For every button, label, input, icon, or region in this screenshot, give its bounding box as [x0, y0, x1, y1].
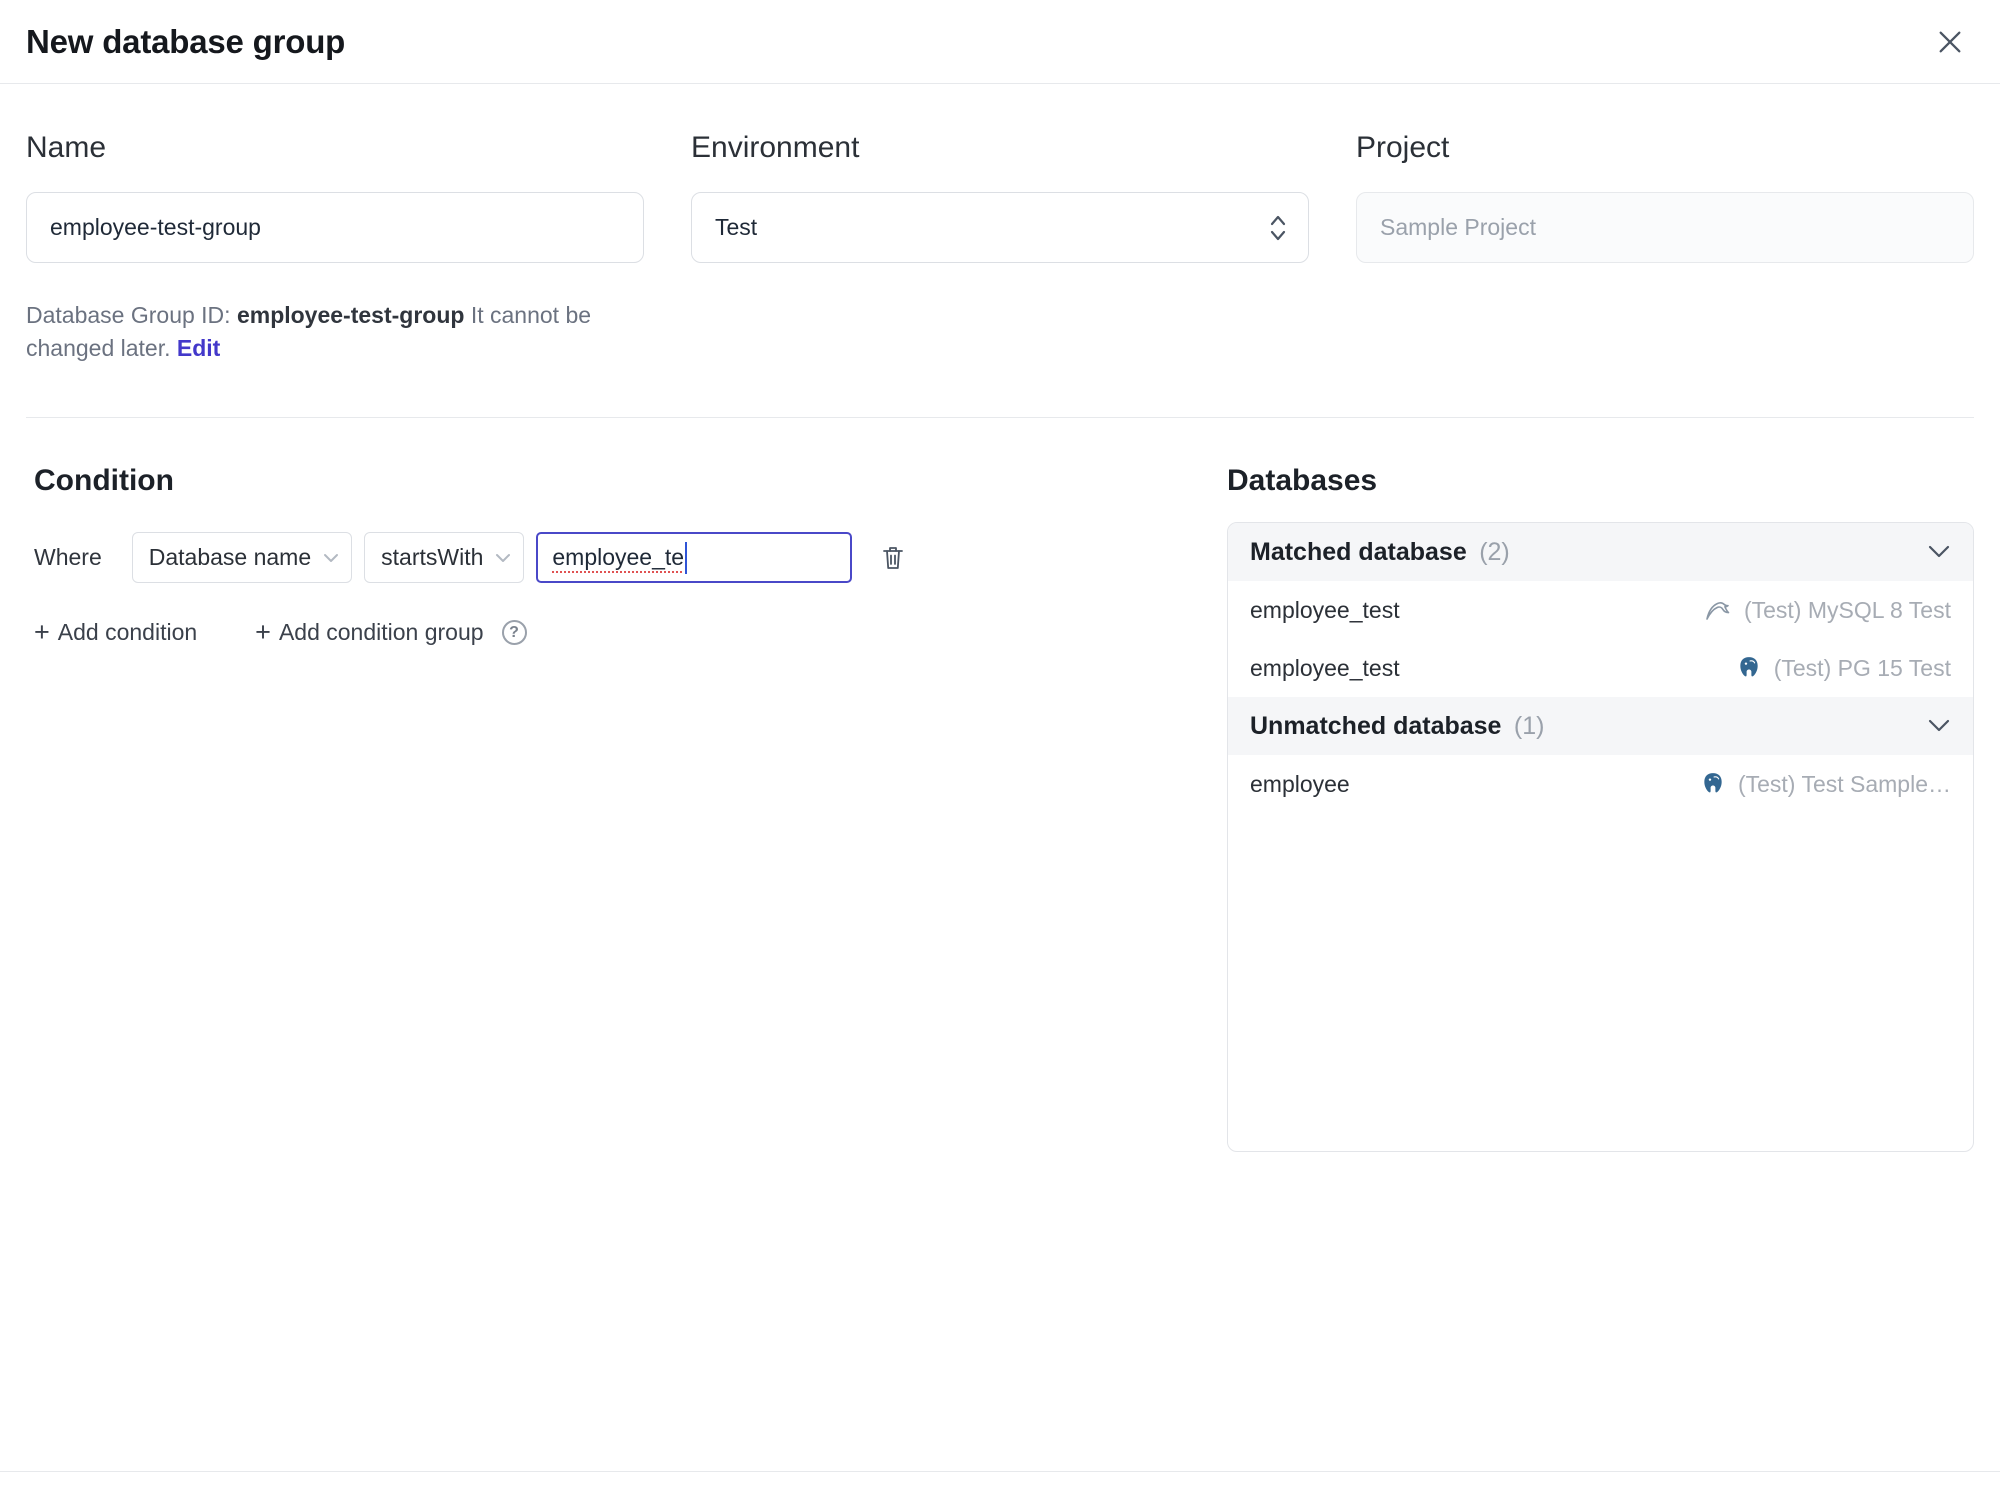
plus-icon: +: [255, 617, 271, 647]
trash-icon: [881, 545, 905, 571]
chevron-down-icon: [323, 553, 339, 563]
environment-select[interactable]: Test: [691, 192, 1309, 263]
database-row: employee (Test) Test Sample…: [1228, 755, 1973, 813]
database-instance-label: (Test) PG 15 Test: [1773, 654, 1951, 681]
postgres-icon: [1736, 655, 1762, 681]
form-grid: Name Environment Test Project: [0, 84, 2000, 263]
chevron-down-icon: [1927, 719, 1951, 733]
project-field-group: Project: [1356, 130, 1974, 263]
database-row: employee_test (Test) MySQL 8 Test: [1228, 581, 1973, 639]
project-input: [1356, 192, 1974, 263]
updown-chevron-icon: [1268, 212, 1288, 244]
condition-title: Condition: [34, 464, 174, 497]
group-id-note-prefix: Database Group ID:: [26, 302, 231, 328]
databases-panel: Matched database (2) employee_test (Test…: [1227, 522, 1974, 1152]
text-caret: [685, 541, 688, 574]
condition-row: Where Database name startsWith employee_…: [34, 532, 1227, 583]
database-name: employee_test: [1250, 596, 1400, 623]
project-label: Project: [1356, 131, 1450, 164]
unmatched-database-group-header[interactable]: Unmatched database (1): [1228, 697, 1973, 755]
postgres-icon: [1700, 771, 1726, 797]
database-row: employee_test (Test) PG 15 Test: [1228, 639, 1973, 697]
name-input[interactable]: [26, 192, 644, 263]
name-field-group: Name: [26, 130, 644, 263]
page-title: New database group: [26, 22, 346, 60]
database-name: employee_test: [1250, 654, 1400, 681]
add-condition-button[interactable]: + Add condition: [34, 619, 197, 646]
add-condition-label: Add condition: [57, 619, 198, 645]
condition-field-select[interactable]: Database name: [131, 532, 353, 583]
main-area: Condition Where Database name startsWith: [0, 418, 2000, 1152]
mysql-icon: [1704, 597, 1732, 623]
databases-title: Databases: [1227, 464, 1378, 497]
condition-value-text: employee_te: [552, 544, 685, 570]
footer-divider: [0, 1471, 2000, 1472]
close-button[interactable]: [1934, 26, 1966, 58]
matched-database-label: Matched database: [1250, 537, 1467, 566]
plus-icon: +: [34, 617, 50, 647]
matched-database-group-header[interactable]: Matched database (2): [1228, 523, 1973, 581]
condition-actions: + Add condition + Add condition group ?: [34, 619, 1227, 646]
database-name: employee: [1250, 770, 1350, 797]
database-instance: (Test) PG 15 Test: [1736, 655, 1951, 682]
new-database-group-dialog: New database group Name Environment Test: [0, 0, 2000, 1500]
matched-database-label-wrap: Matched database (2): [1250, 538, 1510, 567]
edit-group-id-link[interactable]: Edit: [177, 335, 220, 361]
unmatched-database-count: (1): [1513, 711, 1545, 740]
unmatched-database-label: Unmatched database: [1250, 711, 1502, 740]
chevron-down-icon: [1927, 545, 1951, 559]
database-instance-label: (Test) MySQL 8 Test: [1743, 596, 1951, 623]
help-icon[interactable]: ?: [501, 620, 527, 645]
database-instance: (Test) Test Sample…: [1700, 771, 1951, 798]
condition-field-value: Database name: [148, 544, 312, 570]
databases-section: Databases Matched database (2) employee_…: [1227, 462, 1974, 1152]
database-instance-label: (Test) Test Sample…: [1737, 770, 1951, 797]
dialog-header: New database group: [0, 0, 2000, 84]
unmatched-database-label-wrap: Unmatched database (1): [1250, 712, 1544, 741]
matched-database-count: (2): [1479, 537, 1510, 566]
condition-operator-value: startsWith: [381, 544, 484, 570]
condition-operator-select[interactable]: startsWith: [364, 532, 525, 583]
name-label: Name: [26, 131, 107, 164]
environment-selected-value: Test: [715, 214, 758, 240]
close-icon: [1934, 26, 1966, 58]
condition-value-input[interactable]: employee_te: [536, 532, 853, 583]
delete-condition-button[interactable]: [868, 532, 918, 583]
environment-field-group: Environment Test: [691, 130, 1309, 263]
environment-label: Environment: [691, 131, 860, 164]
group-id-note: Database Group ID: employee-test-group I…: [26, 299, 626, 365]
add-condition-group-label: Add condition group: [278, 619, 484, 645]
chevron-down-icon: [495, 553, 511, 563]
add-condition-group-button[interactable]: + Add condition group ?: [255, 617, 527, 647]
group-id-value: employee-test-group: [236, 302, 465, 328]
condition-section: Condition Where Database name startsWith: [26, 462, 1227, 1152]
where-label: Where: [34, 544, 102, 570]
database-instance: (Test) MySQL 8 Test: [1704, 597, 1951, 624]
